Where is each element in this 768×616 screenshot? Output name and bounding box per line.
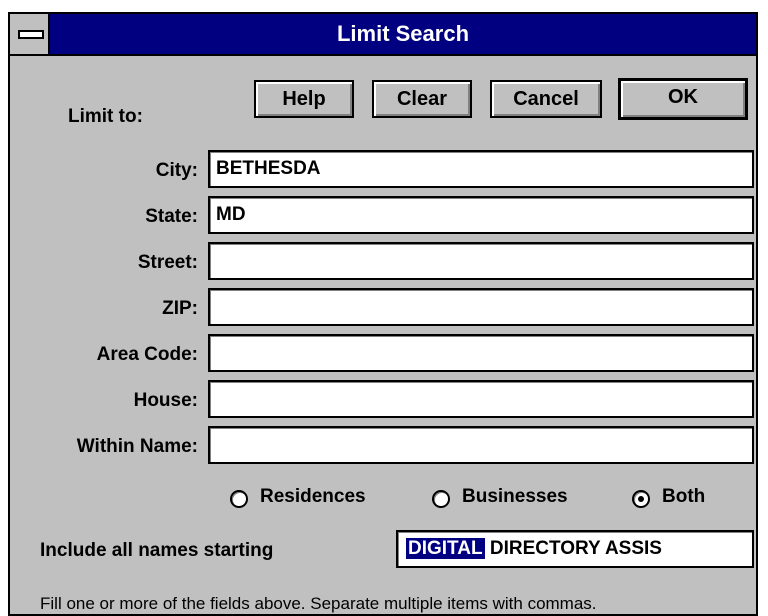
area-code-field[interactable] [208, 334, 754, 372]
city-label: City: [155, 160, 198, 181]
state-label: State: [145, 206, 198, 227]
businesses-radio[interactable]: Businesses [432, 486, 602, 512]
system-menu-button[interactable] [10, 14, 50, 54]
system-menu-icon [18, 30, 44, 39]
include-names-label: Include all names starting [40, 540, 274, 561]
both-radio[interactable]: Both [632, 486, 732, 512]
radio-circle [230, 490, 248, 508]
cancel-button[interactable]: Cancel [490, 80, 602, 118]
residences-label: Residences [260, 486, 366, 507]
radio-circle-selected [632, 490, 650, 508]
city-field[interactable]: BETHESDA [208, 150, 754, 188]
clear-button[interactable]: Clear [372, 80, 472, 118]
zip-label: ZIP: [162, 298, 198, 319]
house-label: House: [133, 390, 198, 411]
ok-button[interactable]: OK [618, 78, 748, 120]
field-text: DIRECTORY ASSIS [484, 538, 662, 559]
street-label: Street: [137, 252, 198, 273]
help-hint-text: Fill one or more of the fields above. Se… [40, 594, 597, 613]
both-label: Both [662, 486, 706, 507]
within-name-label: Within Name: [76, 436, 198, 457]
residences-radio[interactable]: Residences [230, 486, 400, 512]
window-title: Limit Search [336, 21, 470, 46]
house-field[interactable] [208, 380, 754, 418]
limit-search-dialog: Limit Search Help Clear Cancel OK Limit … [8, 12, 758, 616]
radio-circle [432, 490, 450, 508]
radio-selected-dot [638, 496, 644, 502]
within-name-field[interactable] [208, 426, 754, 464]
street-field[interactable] [208, 242, 754, 280]
businesses-label: Businesses [462, 486, 568, 507]
include-names-field[interactable]: DIGITAL DIRECTORY ASSIS [396, 530, 754, 568]
area-code-label: Area Code: [96, 344, 198, 365]
zip-field[interactable] [208, 288, 754, 326]
title-bar: Limit Search [10, 14, 756, 56]
limit-to-label: Limit to: [68, 106, 143, 127]
selected-text: DIGITAL [406, 538, 485, 559]
state-field[interactable]: MD [208, 196, 754, 234]
help-button[interactable]: Help [254, 80, 354, 118]
